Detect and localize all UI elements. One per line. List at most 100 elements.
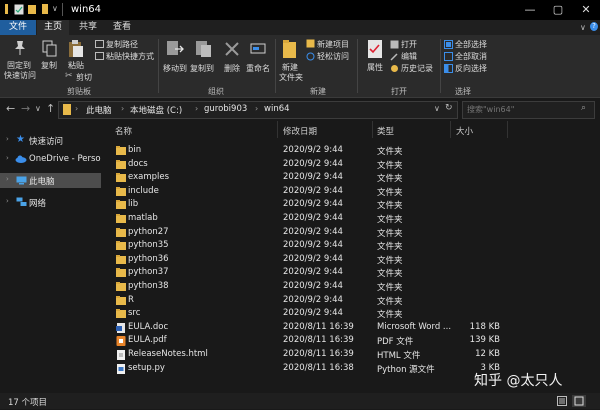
table-row[interactable]: python27 2020/9/2 9:44 文件夹 — [107, 226, 507, 240]
delete-button[interactable]: 删除 — [224, 63, 240, 74]
select-none-icon[interactable] — [444, 52, 453, 64]
nav-item-network[interactable]: › 网络 — [0, 195, 101, 210]
table-row[interactable]: matlab 2020/9/2 9:44 文件夹 — [107, 212, 507, 226]
tab-share[interactable]: 共享 — [72, 20, 104, 35]
table-row[interactable]: EULA.doc 2020/8/11 16:39 Microsoft Word ..… — [107, 321, 507, 335]
help-icon[interactable]: ? — [590, 22, 598, 31]
search-icon[interactable]: ⌕ — [581, 103, 586, 113]
breadcrumb-local-disk[interactable]: 本地磁盘 (C:) — [130, 104, 182, 116]
paste-icon[interactable] — [68, 39, 84, 61]
nav-item-quick-access[interactable]: › ★ 快速访问 — [0, 133, 101, 148]
paste-shortcut-icon[interactable] — [95, 52, 104, 63]
breadcrumb-gurobi903[interactable]: gurobi903 — [204, 104, 247, 114]
properties-button[interactable]: 属性 — [367, 62, 383, 73]
rename-icon[interactable] — [250, 41, 266, 60]
easy-access-icon[interactable] — [306, 52, 315, 64]
new-folder-quick-icon[interactable] — [27, 4, 37, 15]
nav-item-this-pc[interactable]: › 此电脑 — [0, 173, 101, 188]
table-row[interactable]: python35 2020/9/2 9:44 文件夹 — [107, 239, 507, 253]
column-divider[interactable] — [507, 121, 508, 138]
address-box[interactable]: › 此电脑 › 本地磁盘 (C:) › gurobi903 › win64 ∨ … — [58, 101, 458, 119]
table-row[interactable]: lib 2020/9/2 9:44 文件夹 — [107, 198, 507, 212]
cut-icon[interactable]: ✂ — [65, 71, 73, 81]
history-button[interactable]: 历史记录 — [401, 63, 433, 74]
tab-view[interactable]: 查看 — [106, 20, 138, 35]
move-to-button[interactable]: 移动到 — [163, 63, 187, 74]
select-none-button[interactable]: 全部取消 — [455, 51, 487, 62]
copy-to-icon[interactable] — [195, 40, 213, 61]
breadcrumb-win64[interactable]: win64 — [264, 104, 290, 114]
table-row[interactable]: examples 2020/9/2 9:44 文件夹 — [107, 171, 507, 185]
move-to-icon[interactable] — [166, 40, 184, 61]
paste-button[interactable]: 粘贴 — [68, 60, 84, 71]
invert-selection-icon[interactable] — [444, 64, 453, 76]
copy-icon[interactable] — [42, 40, 58, 60]
expand-chevron-icon[interactable]: › — [6, 135, 9, 143]
breadcrumb-this-pc[interactable]: 此电脑 — [86, 104, 112, 116]
column-divider[interactable] — [450, 121, 451, 138]
history-icon[interactable] — [390, 64, 399, 76]
select-all-icon[interactable] — [444, 40, 453, 52]
open-icon[interactable] — [390, 40, 399, 52]
tab-home[interactable]: 主页 — [37, 20, 69, 35]
paste-shortcut-button[interactable]: 粘贴快捷方式 — [106, 51, 154, 62]
properties-icon[interactable] — [367, 39, 383, 62]
new-folder-icon[interactable] — [282, 39, 298, 62]
table-row[interactable]: R 2020/9/2 9:44 文件夹 — [107, 294, 507, 308]
delete-icon[interactable] — [224, 41, 240, 60]
column-divider[interactable] — [277, 121, 278, 138]
table-row[interactable]: python38 2020/9/2 9:44 文件夹 — [107, 280, 507, 294]
close-icon[interactable]: ✕ — [572, 0, 600, 20]
properties-quick-icon[interactable] — [14, 4, 24, 15]
details-view-icon[interactable] — [557, 396, 567, 409]
copy-path-icon[interactable] — [95, 40, 104, 51]
refresh-icon[interactable]: ↻ — [445, 103, 453, 113]
column-header-date[interactable]: 修改日期 — [283, 125, 317, 137]
table-row[interactable]: python37 2020/9/2 9:44 文件夹 — [107, 266, 507, 280]
copy-to-button[interactable]: 复制到 — [190, 63, 214, 74]
quick-access-dropdown-icon[interactable] — [40, 4, 50, 15]
cut-button[interactable]: 剪切 — [76, 72, 92, 83]
rename-button[interactable]: 重命名 — [246, 63, 270, 74]
large-icons-view-icon[interactable] — [572, 395, 586, 407]
copy-path-button[interactable]: 复制路径 — [106, 39, 138, 50]
open-button[interactable]: 打开 — [401, 39, 417, 50]
expand-chevron-icon[interactable]: › — [6, 154, 9, 162]
table-row[interactable]: bin 2020/9/2 9:44 文件夹 — [107, 144, 507, 158]
edit-icon[interactable] — [390, 52, 399, 64]
column-header-type[interactable]: 类型 — [377, 125, 394, 137]
copy-button[interactable]: 复制 — [41, 60, 57, 71]
table-row[interactable]: docs 2020/9/2 9:44 文件夹 — [107, 158, 507, 172]
table-row[interactable]: EULA.pdf 2020/8/11 16:39 PDF 文件 139 KB — [107, 334, 507, 348]
edit-button[interactable]: 编辑 — [401, 51, 417, 62]
column-header-size[interactable]: 大小 — [456, 125, 473, 137]
new-item-icon[interactable] — [306, 39, 315, 51]
select-all-button[interactable]: 全部选择 — [455, 39, 487, 50]
recent-locations-icon[interactable]: ∨ — [35, 104, 41, 113]
nav-item-onedrive[interactable]: › OneDrive - Persona — [0, 152, 101, 167]
table-row[interactable]: include 2020/9/2 9:44 文件夹 — [107, 185, 507, 199]
table-row[interactable]: python36 2020/9/2 9:44 文件夹 — [107, 253, 507, 267]
up-icon[interactable]: ↑ — [46, 102, 55, 115]
column-header-name[interactable]: 名称 — [115, 125, 132, 137]
minimize-icon[interactable]: — — [516, 0, 544, 20]
address-dropdown-icon[interactable]: ∨ — [434, 104, 440, 113]
column-divider[interactable] — [372, 121, 373, 138]
customize-quick-access-icon[interactable]: ∨ — [52, 4, 58, 13]
invert-selection-button[interactable]: 反向选择 — [455, 63, 487, 74]
table-row[interactable]: setup.py 2020/8/11 16:38 Python 源文件 3 KB — [107, 362, 507, 376]
search-input[interactable] — [467, 103, 579, 116]
table-row[interactable]: src 2020/9/2 9:44 文件夹 — [107, 307, 507, 321]
new-item-button[interactable]: 新建项目 — [317, 39, 349, 50]
expand-chevron-icon[interactable]: › — [6, 175, 9, 183]
easy-access-button[interactable]: 轻松访问 — [317, 51, 349, 62]
table-row[interactable]: ReleaseNotes.html 2020/8/11 16:39 HTML 文件 1… — [107, 348, 507, 362]
expand-chevron-icon[interactable]: › — [6, 197, 9, 205]
pin-icon[interactable] — [13, 40, 27, 59]
back-icon[interactable]: ← — [6, 102, 15, 115]
tab-file[interactable]: 文件 — [0, 20, 36, 35]
collapse-ribbon-icon[interactable]: ∨ — [580, 23, 586, 32]
maximize-icon[interactable]: ▢ — [544, 0, 572, 20]
search-box[interactable]: ⌕ — [462, 101, 595, 119]
forward-icon[interactable]: → — [21, 102, 30, 115]
